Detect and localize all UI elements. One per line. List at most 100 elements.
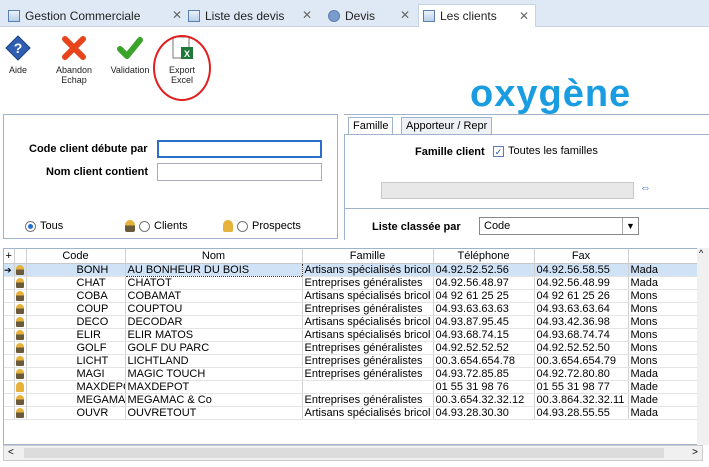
cell-extra[interactable]: Mons xyxy=(628,354,702,368)
cell-telephone[interactable]: 04.93.28.30.30 xyxy=(433,406,535,420)
code-input[interactable] xyxy=(157,140,322,158)
cell-fax[interactable]: 04.93.68.74.74 xyxy=(534,328,629,342)
cell-extra[interactable]: Mada xyxy=(628,406,702,420)
cell-famille[interactable]: Artisans spécialisés bricol xyxy=(302,328,434,342)
radio-tous[interactable]: Tous xyxy=(25,220,63,232)
tab-famille[interactable]: Famille xyxy=(348,117,394,134)
cell-telephone[interactable]: 04.93.68.74.15 xyxy=(433,328,535,342)
cell-fax[interactable]: 04 92 61 25 26 xyxy=(534,289,629,303)
cell-famille[interactable]: Entreprises généralistes xyxy=(302,393,434,407)
cell-famille[interactable]: Entreprises généralistes xyxy=(302,367,434,381)
cell-fax[interactable]: 04.93.42.36.98 xyxy=(534,315,629,329)
cell-extra[interactable]: Mons xyxy=(628,289,702,303)
cell-code[interactable]: LICHT xyxy=(26,354,126,368)
cell-code[interactable]: CHAT xyxy=(26,276,126,290)
cell-extra[interactable]: Mons xyxy=(628,315,702,329)
nom-input[interactable] xyxy=(157,163,322,181)
cell-nom[interactable]: MEGAMAC & Co xyxy=(125,393,303,407)
table-row[interactable]: COBA COBAMAT Artisans spécialisés bricol 04… xyxy=(4,289,702,303)
abandon-button[interactable]: Abandon Echap xyxy=(54,35,94,85)
cell-code[interactable]: BONH xyxy=(26,263,126,277)
cell-code[interactable]: MAXDEPOT xyxy=(26,380,126,394)
table-row[interactable]: DECO DECODAR Artisans spécialisés bricol 04… xyxy=(4,315,702,329)
table-row[interactable]: LICHT LICHTLAND Entreprises généralistes 00… xyxy=(4,354,702,368)
famille-select[interactable] xyxy=(381,182,634,199)
close-icon[interactable]: ✕ xyxy=(400,8,410,22)
col-fax[interactable]: Fax xyxy=(534,249,629,264)
cell-nom[interactable]: GOLF DU PARC xyxy=(125,341,303,355)
cell-nom[interactable]: OUVRETOUT xyxy=(125,406,303,420)
cell-code[interactable]: GOLF xyxy=(26,341,126,355)
select-list-icon[interactable]: ⇔ xyxy=(640,182,656,196)
cell-telephone[interactable]: 04.93.72.85.85 xyxy=(433,367,535,381)
col-extra[interactable] xyxy=(628,249,702,264)
scroll-right-icon[interactable]: > xyxy=(692,447,698,458)
cell-extra[interactable]: Mada xyxy=(628,263,702,277)
cell-nom[interactable]: MAGIC TOUCH xyxy=(125,367,303,381)
cell-nom[interactable]: COBAMAT xyxy=(125,289,303,303)
cell-fax[interactable]: 04.93.28.55.55 xyxy=(534,406,629,420)
col-nom[interactable]: Nom xyxy=(125,249,303,264)
cell-code[interactable]: OUVR xyxy=(26,406,126,420)
cell-telephone[interactable]: 04.93.87.95.45 xyxy=(433,315,535,329)
cell-fax[interactable]: 04.93.63.63.64 xyxy=(534,302,629,316)
cell-telephone[interactable]: 04 92 61 25 25 xyxy=(433,289,535,303)
col-telephone[interactable]: Téléphone xyxy=(433,249,535,264)
cell-extra[interactable]: Mada xyxy=(628,367,702,381)
cell-famille[interactable]: Entreprises généralistes xyxy=(302,341,434,355)
add-column-icon[interactable]: + xyxy=(4,249,15,264)
validation-button[interactable]: Validation xyxy=(108,35,152,75)
cell-famille[interactable]: Artisans spécialisés bricol xyxy=(302,315,434,329)
cell-nom[interactable]: AU BONHEUR DU BOIS xyxy=(124,262,303,277)
cell-telephone[interactable]: 04.92.56.48.97 xyxy=(433,276,535,290)
tab-devis[interactable]: Devis ✕ xyxy=(328,4,416,27)
cell-nom[interactable]: MAXDEPOT xyxy=(125,380,303,394)
cell-code[interactable]: COBA xyxy=(26,289,126,303)
close-icon[interactable]: ✕ xyxy=(519,9,529,23)
cell-famille[interactable] xyxy=(302,380,434,394)
cell-famille[interactable]: Artisans spécialisés bricol xyxy=(302,263,434,277)
scroll-left-icon[interactable]: < xyxy=(8,447,14,458)
cell-extra[interactable]: Mons xyxy=(628,328,702,342)
table-row[interactable]: CHAT CHATOT Entreprises généralistes 04.92.… xyxy=(4,276,702,290)
cell-nom[interactable]: DECODAR xyxy=(125,315,303,329)
cell-code[interactable]: COUP xyxy=(26,302,126,316)
cell-extra[interactable]: Made xyxy=(628,380,702,394)
cell-telephone[interactable]: 00.3.654.32.32.12 xyxy=(433,393,535,407)
table-row[interactable]: GOLF GOLF DU PARC Entreprises généralistes… xyxy=(4,341,702,355)
cell-code[interactable]: ELIR xyxy=(26,328,126,342)
liste-select[interactable]: Code ▼ xyxy=(479,217,639,235)
aide-button[interactable]: ? Aide xyxy=(5,35,31,75)
cell-nom[interactable]: CHATOT xyxy=(125,276,303,290)
cell-extra[interactable]: Mons xyxy=(628,302,702,316)
cell-famille[interactable]: Artisans spécialisés bricol xyxy=(302,289,434,303)
cell-code[interactable]: MAGI xyxy=(26,367,126,381)
horizontal-scrollbar[interactable]: < > xyxy=(3,445,703,461)
cell-code[interactable]: DECO xyxy=(26,315,126,329)
scroll-up-icon[interactable]: ^ xyxy=(699,248,703,258)
table-row[interactable]: ELIR ELIR MATOS Artisans spécialisés brico… xyxy=(4,328,702,342)
tab-les-clients[interactable]: Les clients ✕ xyxy=(418,4,536,27)
cell-fax[interactable]: 04.92.72.80.80 xyxy=(534,367,629,381)
cell-famille[interactable]: Entreprises généralistes xyxy=(302,276,434,290)
close-icon[interactable]: ✕ xyxy=(172,8,182,22)
cell-extra[interactable]: Mons xyxy=(628,341,702,355)
col-code[interactable]: Code xyxy=(26,249,126,264)
table-row[interactable]: COUP COUPTOU Entreprises généralistes 04.93… xyxy=(4,302,702,316)
cell-telephone[interactable]: 00.3.654.654.78 xyxy=(433,354,535,368)
cell-fax[interactable]: 04.92.56.48.99 xyxy=(534,276,629,290)
tab-gestion-commerciale[interactable]: Gestion Commerciale ✕ xyxy=(8,4,188,27)
scroll-thumb[interactable] xyxy=(24,448,664,458)
table-row[interactable]: MAXDEPOTMAXDEPOT 01 55 31 98 7601 55 31 9… xyxy=(4,380,702,394)
radio-clients[interactable]: Clients xyxy=(125,220,188,232)
cell-fax[interactable]: 04.92.52.52.50 xyxy=(534,341,629,355)
table-row[interactable]: OUVR OUVRETOUT Artisans spécialisés bricol… xyxy=(4,406,702,420)
col-famille[interactable]: Famille xyxy=(302,249,434,264)
close-icon[interactable]: ✕ xyxy=(302,8,312,22)
tab-liste-des-devis[interactable]: Liste des devis ✕ xyxy=(188,4,318,27)
cell-code[interactable]: MEGAMAC xyxy=(26,393,126,407)
table-row[interactable]: ➔ BONH AU BONHEUR DU BOIS Artisans spéciali… xyxy=(4,262,702,277)
cell-telephone[interactable]: 01 55 31 98 76 xyxy=(433,380,535,394)
cell-famille[interactable]: Entreprises généralistes xyxy=(302,302,434,316)
cell-extra[interactable]: Mada xyxy=(628,276,702,290)
